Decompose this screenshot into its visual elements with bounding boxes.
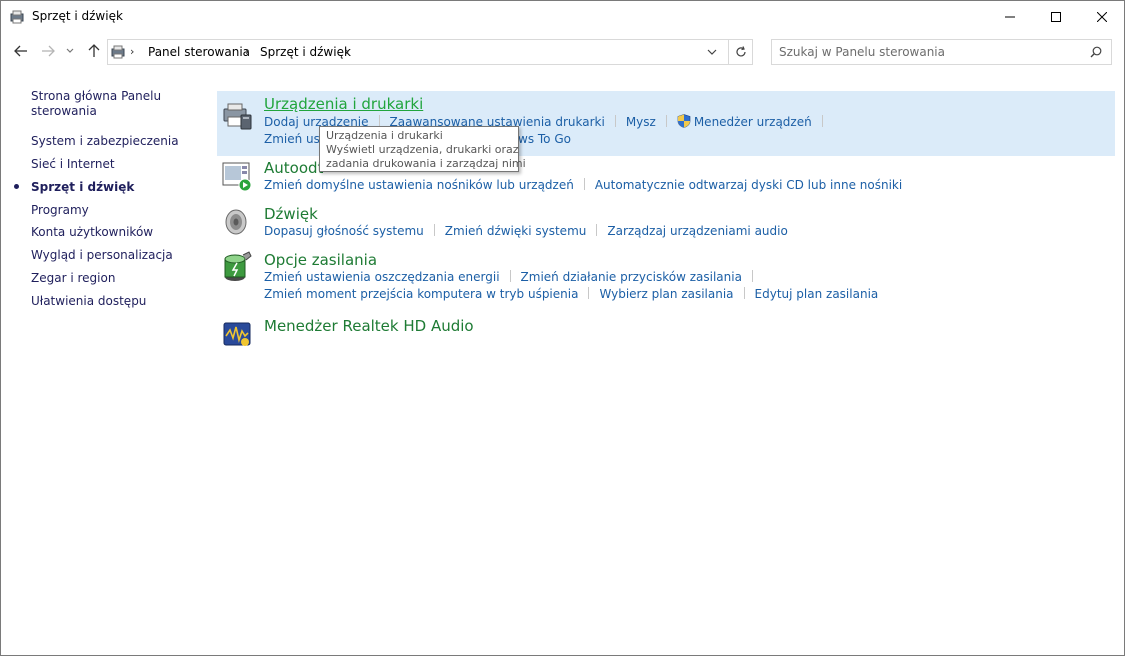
maximize-icon xyxy=(1051,11,1061,22)
up-button[interactable] xyxy=(83,40,105,62)
tooltip-line-2: zadania drukowania i zarządzaj nimi xyxy=(326,157,526,170)
sound-links-row: Dopasuj głośność systemu Zmień dźwięki sy… xyxy=(264,224,788,240)
uac-shield-icon xyxy=(677,114,691,128)
link-change-sleep-time[interactable]: Zmień moment przejścia komputera w tryb … xyxy=(264,287,578,301)
link-manage-audio-devices[interactable]: Zarządzaj urządzeniami audio xyxy=(607,224,787,238)
category-realtek-audio: Menedżer Realtek HD Audio xyxy=(217,314,1115,348)
link-change-system-sounds[interactable]: Zmień dźwięki systemu xyxy=(445,224,587,238)
category-title-sound[interactable]: Dźwięk xyxy=(264,205,318,223)
control-panel-icon xyxy=(10,10,24,24)
sidebar-item-siec-i-internet[interactable]: Sieć i Internet xyxy=(31,157,115,172)
category-title-autoplay[interactable]: Autoodt xyxy=(264,159,323,177)
devices-links-row-2-tail: ws To Go xyxy=(518,132,571,148)
title-bar: Sprzęt i dźwięk xyxy=(1,1,1124,32)
search-input[interactable] xyxy=(779,43,1079,61)
breadcrumb-panel-sterowania[interactable]: Panel sterowania xyxy=(148,45,250,59)
link-device-manager[interactable]: Menedżer urządzeń xyxy=(694,115,812,129)
window-title: Sprzęt i dźwięk xyxy=(32,9,123,23)
breadcrumb-separator[interactable]: › xyxy=(345,45,349,58)
sidebar-item-wyglad-i-personalizacja[interactable]: Wygląd i personalizacja xyxy=(31,248,173,263)
sidebar-item-konta-uzytkownikow[interactable]: Konta użytkowników xyxy=(31,225,153,240)
minimize-icon xyxy=(1005,16,1015,17)
link-divider xyxy=(583,178,585,190)
autoplay-links-row: Zmień domyślne ustawienia nośników lub u… xyxy=(264,178,902,194)
search-button[interactable] xyxy=(1086,43,1106,61)
recent-locations-button[interactable] xyxy=(63,40,77,62)
maximize-button[interactable] xyxy=(1033,1,1079,32)
link-divider xyxy=(665,115,667,127)
breadcrumb-separator[interactable]: › xyxy=(130,45,134,58)
link-edit-power-plan[interactable]: Edytuj plan zasilania xyxy=(755,287,879,301)
link-divider xyxy=(614,115,616,127)
link-divider xyxy=(821,115,823,127)
minimize-button[interactable] xyxy=(987,1,1033,32)
power-links-row-1: Zmień ustawienia oszczędzania energii Zmi… xyxy=(264,270,763,286)
tooltip: Urządzenia i drukarki Wyświetl urządzeni… xyxy=(319,126,526,172)
realtek-audio-icon[interactable] xyxy=(221,318,253,350)
link-divider xyxy=(509,270,511,282)
link-mouse[interactable]: Mysz xyxy=(626,115,656,129)
forward-button[interactable] xyxy=(37,40,59,62)
category-title-devices-and-printers[interactable]: Urządzenia i drukarki xyxy=(264,95,423,113)
link-change-power-buttons[interactable]: Zmień działanie przycisków zasilania xyxy=(521,270,742,284)
arrow-left-icon xyxy=(14,45,27,57)
category-power-options: Opcje zasilania Zmień ustawienia oszczęd… xyxy=(217,248,1115,314)
arrow-up-icon xyxy=(88,44,100,57)
address-dropdown-button[interactable] xyxy=(700,40,724,64)
link-windows-to-go-tail[interactable]: ws To Go xyxy=(518,132,571,146)
link-divider xyxy=(751,270,753,282)
link-autoplay-cds[interactable]: Automatycznie odtwarzaj dyski CD lub inn… xyxy=(595,178,902,192)
speaker-icon[interactable] xyxy=(221,206,253,238)
close-button[interactable] xyxy=(1079,1,1124,32)
refresh-button[interactable] xyxy=(728,40,752,64)
chevron-down-icon xyxy=(707,49,717,55)
tooltip-title: Urządzenia i drukarki xyxy=(326,129,443,142)
refresh-icon xyxy=(735,46,746,57)
category-sound: Dźwięk Dopasuj głośność systemu Zmień dźw… xyxy=(217,202,1115,248)
breadcrumb-separator[interactable]: › xyxy=(245,45,249,58)
back-button[interactable] xyxy=(10,40,32,62)
search-icon xyxy=(1090,46,1102,58)
autoplay-icon[interactable] xyxy=(221,160,253,192)
sidebar-item-programy[interactable]: Programy xyxy=(31,203,89,218)
link-divider xyxy=(743,287,745,299)
power-links-row-2: Zmień moment przejścia komputera w tryb … xyxy=(264,287,878,303)
address-bar[interactable]: › Panel sterowania › Sprzęt i dźwięk › xyxy=(107,39,753,65)
breadcrumb-sprzet-i-dzwiek[interactable]: Sprzęt i dźwięk xyxy=(260,45,351,59)
link-adjust-system-volume[interactable]: Dopasuj głośność systemu xyxy=(264,224,424,238)
tooltip-line-1: Wyświetl urządzenia, drukarki oraz xyxy=(326,143,519,156)
sidebar-item-sprzet-i-dzwiek[interactable]: Sprzęt i dźwięk xyxy=(31,180,134,195)
battery-icon[interactable] xyxy=(221,251,253,283)
control-panel-window: Sprzęt i dźwięk › Panel sterowania › Spr… xyxy=(0,0,1125,656)
sidebar-item-zegar-i-region[interactable]: Zegar i region xyxy=(31,271,115,286)
sidebar-item-system-i-zabezpieczenia[interactable]: System i zabezpieczenia xyxy=(31,134,179,149)
navigation-bar: › Panel sterowania › Sprzęt i dźwięk › xyxy=(1,32,1124,72)
sidebar-home-link[interactable]: Strona główna Panelu sterowania xyxy=(31,89,181,119)
link-divider xyxy=(433,224,435,236)
link-divider xyxy=(596,224,598,236)
category-title-power-options[interactable]: Opcje zasilania xyxy=(264,251,377,269)
link-divider xyxy=(588,287,590,299)
search-box[interactable] xyxy=(771,39,1112,65)
link-choose-power-plan[interactable]: Wybierz plan zasilania xyxy=(599,287,733,301)
link-change-default-media-settings[interactable]: Zmień domyślne ustawienia nośników lub u… xyxy=(264,178,574,192)
category-title-realtek-audio[interactable]: Menedżer Realtek HD Audio xyxy=(264,317,474,335)
chevron-down-icon xyxy=(66,48,74,53)
printer-icon[interactable] xyxy=(221,99,253,131)
active-item-bullet xyxy=(14,184,19,189)
link-change-power-saving-settings[interactable]: Zmień ustawienia oszczędzania energii xyxy=(264,270,500,284)
arrow-right-icon xyxy=(42,45,55,57)
sidebar-item-ulatwienia-dostepu[interactable]: Ułatwienia dostępu xyxy=(31,294,146,309)
close-icon xyxy=(1097,11,1107,22)
control-panel-icon xyxy=(111,45,125,59)
